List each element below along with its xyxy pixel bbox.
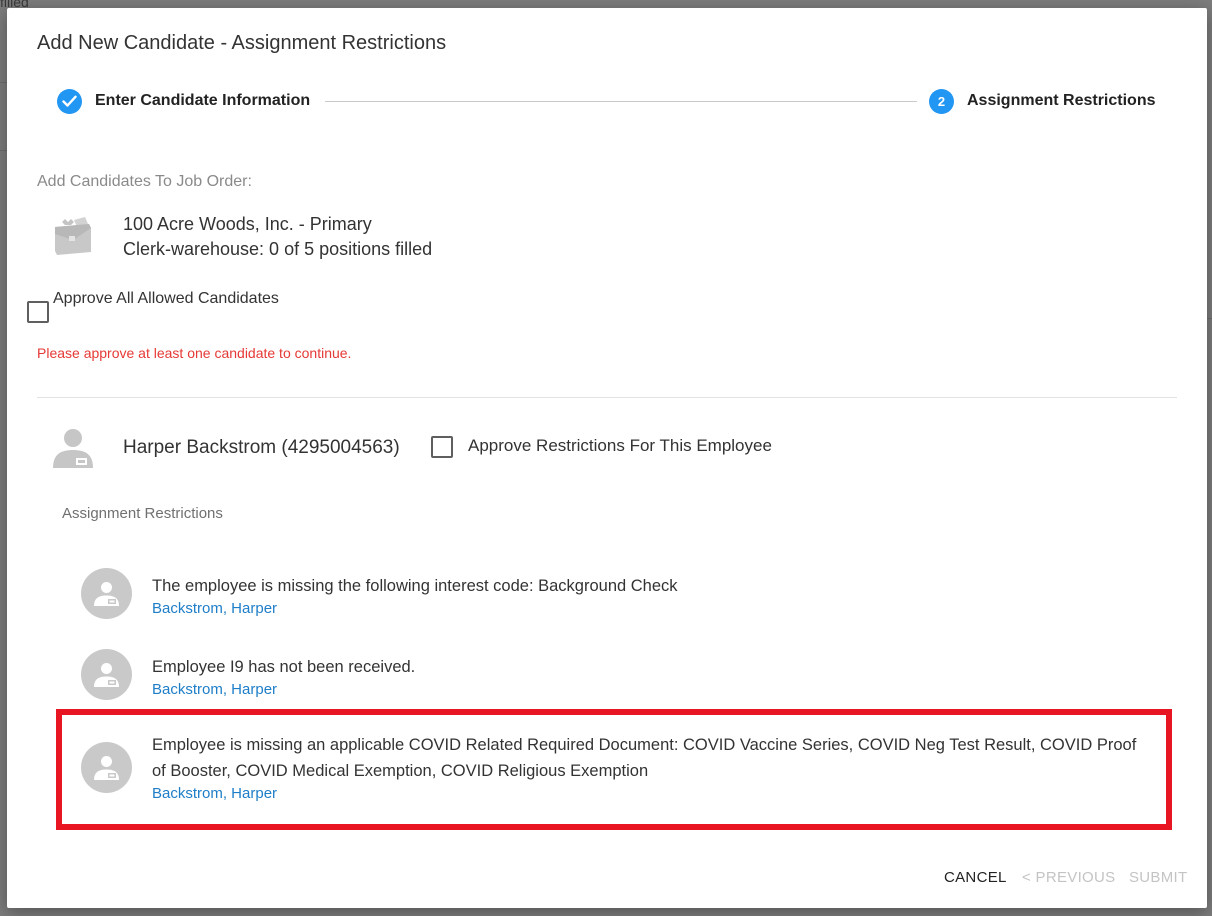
dialog-title: Add New Candidate - Assignment Restricti… [37,32,447,54]
add-candidate-dialog: Add New Candidate - Assignment Restricti… [7,8,1207,908]
step-2-label: Assignment Restrictions [967,92,1156,109]
step-1-label: Enter Candidate Information [95,92,311,109]
backdrop-divider [0,150,7,151]
step-complete-check-icon [57,89,82,114]
approve-employee-checkbox[interactable] [431,436,453,458]
step-2-number: 2 [929,89,954,114]
job-order-company: 100 Acre Woods, Inc. - Primary [123,214,372,234]
validation-error: Please approve at least one candidate to… [37,345,352,361]
previous-button[interactable]: < PREVIOUS [1022,869,1115,886]
approve-all-label[interactable]: Approve All Allowed Candidates [53,290,279,308]
backdrop-divider [0,82,7,83]
restriction-text: The employee is missing the following in… [152,573,1152,619]
section-label: Add Candidates To Job Order: [37,173,252,190]
highlight-box [56,709,1172,830]
cancel-button[interactable]: CANCEL [944,869,1007,886]
employee-link[interactable]: Backstrom, Harper [152,599,1152,619]
section-divider [37,397,1177,398]
backdrop-divider [1207,318,1212,319]
avatar [81,649,132,700]
step-connector [325,101,917,102]
approve-all-checkbox[interactable] [27,301,49,323]
restriction-text: Employee I9 has not been received. Backs… [152,654,1152,700]
stepper: Enter Candidate Information 2 Assignment… [57,88,1167,116]
briefcase-icon [51,214,95,263]
employee-name: Harper Backstrom (4295004563) [123,437,400,458]
restriction-message: The employee is missing the following in… [152,577,678,595]
approve-employee-label[interactable]: Approve Restrictions For This Employee [468,436,772,456]
restrictions-header: Assignment Restrictions [62,505,223,522]
restriction-message: Employee I9 has not been received. [152,658,416,676]
avatar [81,568,132,619]
submit-button[interactable]: SUBMIT [1129,869,1187,886]
employee-icon [51,426,95,475]
job-order-position: Clerk-warehouse: 0 of 5 positions filled [123,239,433,259]
employee-link[interactable]: Backstrom, Harper [152,680,1152,700]
